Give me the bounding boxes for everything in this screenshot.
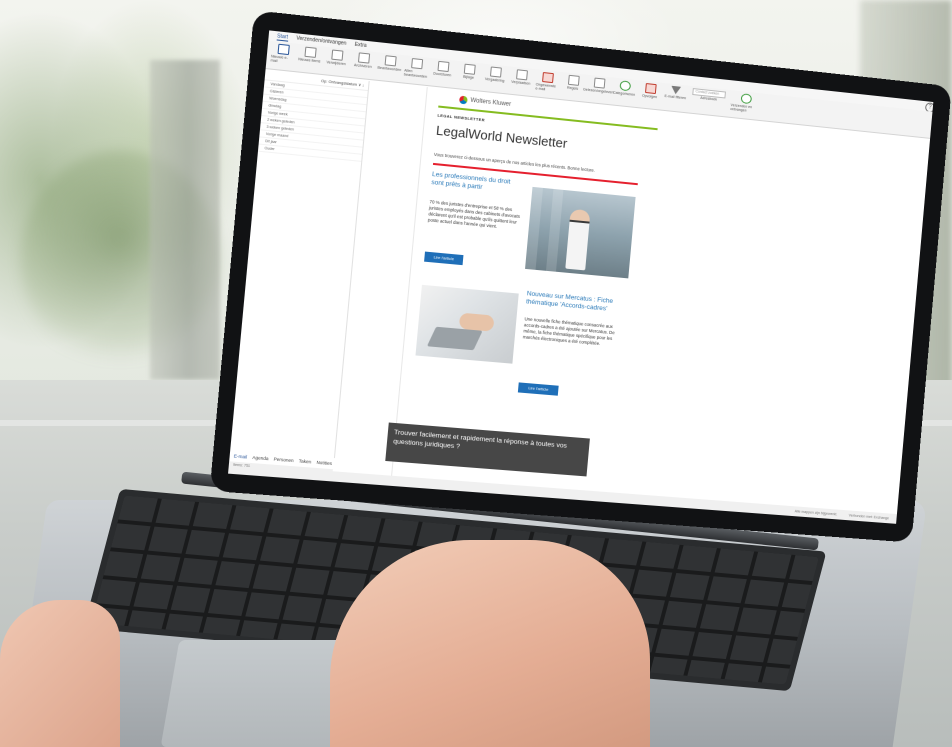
new-email-button[interactable]: Nieuwe e-mail [270, 43, 295, 65]
rules-icon [567, 74, 580, 86]
categorize-label: Categoriseren [612, 90, 636, 97]
tab-extra[interactable]: Extra [354, 42, 367, 49]
move-icon [515, 69, 528, 81]
filter-email-button[interactable]: E-mail filteren [664, 85, 687, 100]
article-1-read-button[interactable]: Lire l'article [424, 251, 464, 265]
reply-icon [384, 55, 397, 67]
nav-tasks[interactable]: Taken [299, 458, 312, 464]
send-receive-label: Verzenden en ontvangen [730, 103, 753, 113]
new-items-label: Nieuwe items [297, 57, 321, 64]
new-email-label: Nieuwe e-mail [270, 54, 288, 64]
follow-up-label: Opvolgen [641, 93, 658, 100]
filter-email-label: E-mail filteren [664, 94, 687, 101]
outlook-window: Start Verzenden/ontvangen Extra ? Nieuwe… [228, 30, 934, 524]
typing-hands-figure [458, 312, 495, 332]
rules-button[interactable]: Regels [562, 74, 585, 91]
businesswoman-figure [565, 208, 591, 270]
nav-email[interactable]: E-mail [234, 453, 248, 459]
categorize-button[interactable]: Categoriseren [613, 80, 636, 97]
new-items-icon [303, 46, 317, 58]
archive-icon [357, 52, 370, 64]
new-items-button[interactable]: Nieuwe items [298, 46, 322, 64]
article-1-image [525, 186, 636, 278]
move-label: Verplaatsen [511, 79, 531, 86]
cta-banner[interactable]: Trouver facilement et rapidement la répo… [385, 422, 590, 477]
article-1-body: 70 % des juristes d'entreprise et 58 % d… [427, 198, 521, 230]
categorize-icon [618, 80, 631, 92]
attachment-icon [463, 63, 476, 75]
read-unread-label: Gelezen/ongelezen [582, 87, 614, 95]
forward-label: Doorsturen [433, 71, 452, 78]
nav-notes[interactable]: Notities [316, 459, 332, 465]
reply-label: Beantwoorden [377, 65, 402, 73]
forward-button[interactable]: Doorsturen [431, 60, 455, 77]
connection-status: Verbonden met: Exchange [848, 513, 890, 521]
archive-label: Archiveren [353, 63, 372, 69]
junk-button[interactable]: Ongewenste e-mail [535, 71, 559, 92]
nav-people[interactable]: Personen [274, 456, 294, 463]
article-1-title[interactable]: Les professionnels du droit sont prêts à… [431, 170, 523, 195]
move-button[interactable]: Verplaatsen [510, 69, 533, 86]
read-icon [593, 77, 606, 89]
reply-all-button[interactable]: Allen beantwoorden [404, 57, 428, 79]
attachment-button[interactable]: Bijlage [457, 63, 481, 80]
meeting-button[interactable]: Vergadering [483, 66, 506, 83]
article-2-title[interactable]: Nouveau sur Mercatus : Fiche thématique … [526, 290, 627, 315]
tab-start[interactable]: Start [276, 32, 289, 42]
article-1: Les professionnels du droit sont prêts à… [424, 170, 691, 289]
address-book-button[interactable]: Adresboek [700, 96, 717, 102]
laptop-screen-bezel: Start Verzenden/ontvangen Extra ? Nieuwe… [209, 10, 952, 543]
reply-all-icon [410, 57, 423, 70]
rules-label: Regels [566, 85, 579, 91]
delete-label: Verwijderen [326, 60, 346, 67]
sync-icon [740, 93, 752, 105]
trash-icon [330, 49, 343, 61]
send-receive-button[interactable]: Verzenden en ontvangen [730, 92, 761, 114]
meeting-label: Vergadering [484, 76, 505, 84]
nav-agenda[interactable]: Agenda [252, 454, 269, 460]
wolters-kluwer-logo-icon [458, 95, 468, 105]
attachment-label: Bijlage [462, 74, 475, 80]
delete-button[interactable]: Verwijderen [325, 49, 349, 67]
article-2: Nouveau sur Mercatus : Fiche thématique … [412, 280, 682, 417]
contact-search-group: Contact zoeken Adresboek [690, 88, 728, 103]
filter-icon [670, 85, 682, 95]
article-2-body: Une nouvelle fiche thématique consacrée … [522, 315, 615, 347]
junk-icon [541, 71, 554, 84]
sync-status: Alle mappen zijn bijgewerkt. [794, 509, 838, 517]
meeting-icon [489, 66, 502, 78]
background-pillar [150, 60, 220, 380]
forward-icon [436, 60, 450, 73]
left-hand [0, 600, 120, 747]
brand-name: Wolters Kluwer [470, 97, 512, 108]
reply-button[interactable]: Beantwoorden [377, 55, 402, 73]
article-2-read-button[interactable]: Lire l'article [517, 381, 559, 396]
junk-label: Ongewenste e-mail [535, 82, 557, 92]
envelope-icon [276, 43, 290, 56]
flag-icon [644, 82, 657, 95]
follow-up-button[interactable]: Opvolgen [639, 82, 662, 99]
reply-all-label: Allen beantwoorden [403, 68, 428, 79]
archive-button[interactable]: Archiveren [351, 52, 375, 70]
laptop-figure [426, 326, 483, 350]
article-2-image [415, 284, 519, 364]
read-unread-button[interactable]: Gelezen/ongelezen [583, 77, 614, 95]
newsletter-body: Wolters Kluwer LEGAL NEWSLETTER LegalWor… [385, 91, 699, 505]
